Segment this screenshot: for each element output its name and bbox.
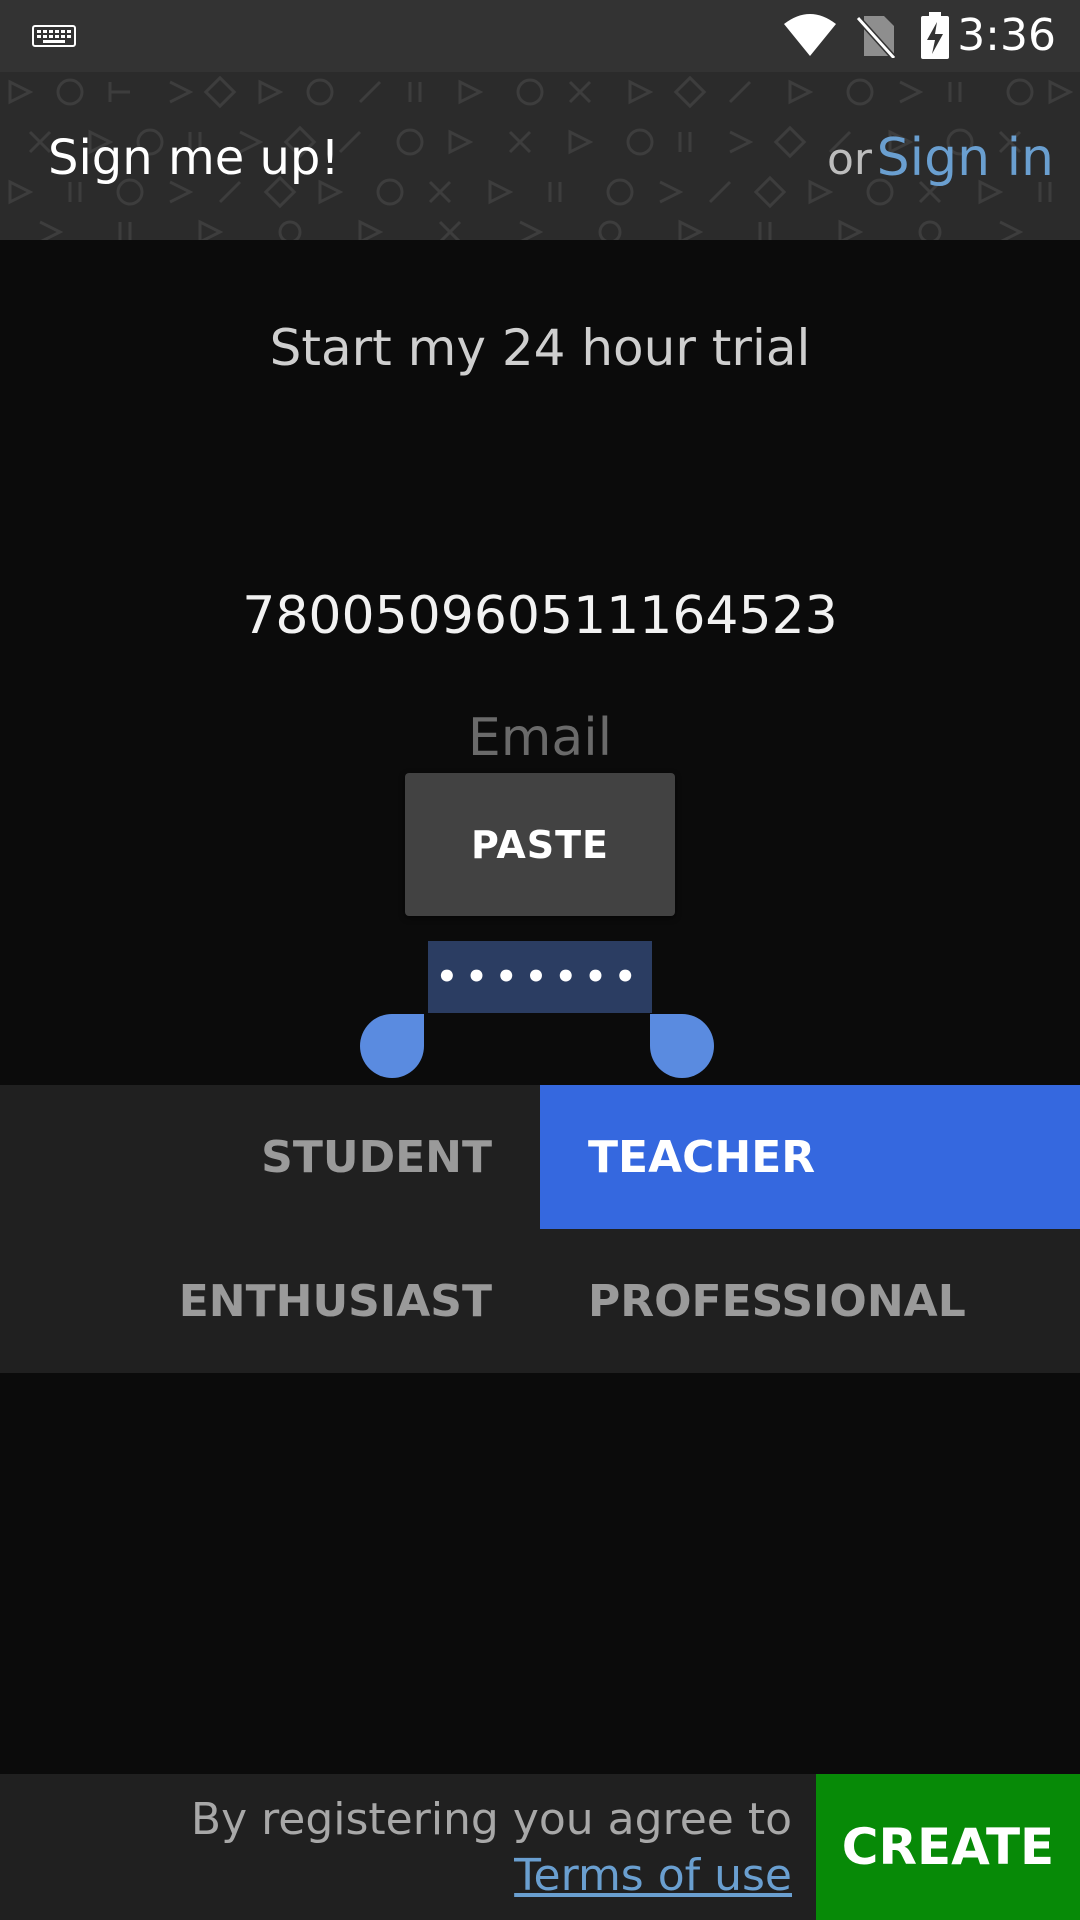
role-professional[interactable]: PROFESSIONAL (540, 1229, 1080, 1373)
user-code: 780050960511164523 (242, 586, 838, 646)
or-label: or (826, 134, 872, 185)
header: Sign me up! or Sign in (0, 72, 1080, 240)
role-selector: STUDENT TEACHER ENTHUSIAST PROFESSIONAL (0, 1085, 1080, 1373)
selection-handle-right[interactable] (648, 1012, 716, 1084)
status-bar: 3:36 (0, 0, 1080, 72)
trial-heading: Start my 24 hour trial (269, 319, 811, 377)
paste-button[interactable]: PASTE (405, 773, 675, 916)
battery-charging-icon (920, 12, 950, 64)
create-button[interactable]: CREATE (816, 1774, 1080, 1920)
role-student[interactable]: STUDENT (0, 1085, 540, 1229)
email-field[interactable]: Email (0, 706, 1080, 770)
role-enthusiast[interactable]: ENTHUSIAST (0, 1229, 540, 1373)
keyboard-icon (32, 24, 76, 52)
password-value: ••••••• (435, 957, 645, 997)
wifi-icon (782, 12, 838, 62)
terms-agreement-text: By registering you agree to (190, 1794, 792, 1845)
selection-handle-left[interactable] (358, 1012, 426, 1084)
status-time: 3:36 (957, 10, 1056, 61)
page-title: Sign me up! (48, 130, 340, 186)
role-teacher[interactable]: TEACHER (540, 1085, 1080, 1229)
terms-of-use-link[interactable]: Terms of use (514, 1848, 792, 1904)
no-sim-icon (855, 14, 897, 62)
sign-in-link[interactable]: Sign in (877, 128, 1054, 188)
password-field[interactable]: ••••••• (428, 941, 652, 1013)
